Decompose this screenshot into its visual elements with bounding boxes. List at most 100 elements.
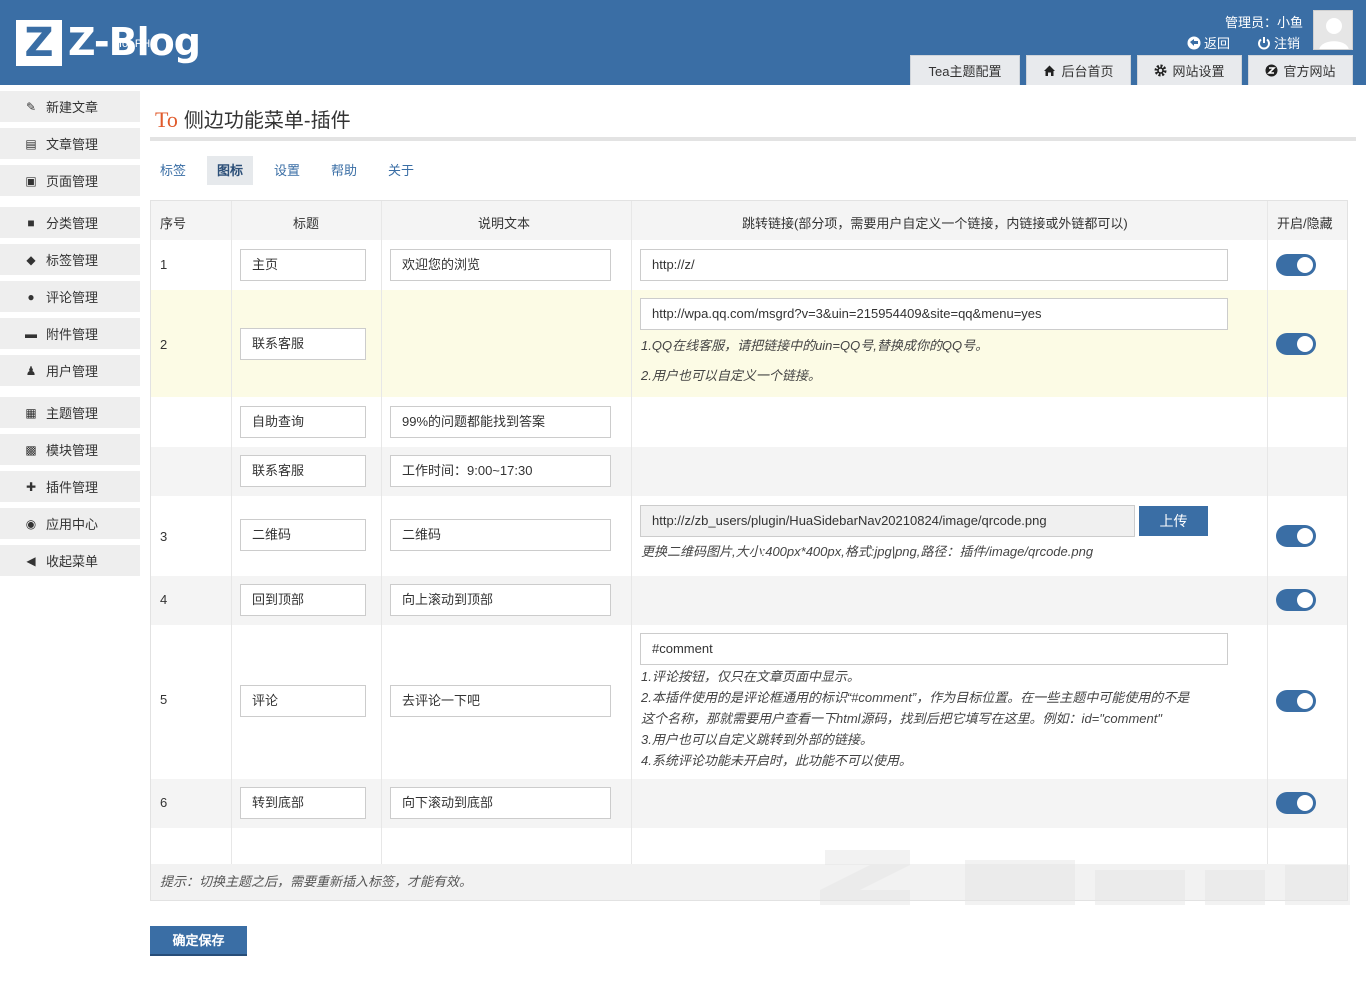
- title-input[interactable]: 转到底部: [240, 787, 366, 819]
- tab-admin-home[interactable]: 后台首页: [1026, 55, 1131, 85]
- sidebar-item-attachments[interactable]: ▬ 附件管理: [0, 318, 140, 349]
- sidebar-item-comments[interactable]: ● 评论管理: [0, 281, 140, 312]
- home-icon: [1044, 65, 1056, 76]
- desc-input[interactable]: 去评论一下吧: [390, 685, 611, 717]
- desc-input[interactable]: 99%的问题都能找到答案: [390, 406, 611, 438]
- globe-icon: [1187, 36, 1201, 49]
- link-note: 更换二维码图片,大小:400px*400px,格式:jpg|png,路径：插件/…: [641, 544, 1094, 559]
- table-header-row: 序号 标题 说明文本 跳转链接(部分项，需要用户自定义一个链接，内链接或外链都可…: [151, 201, 1347, 240]
- enable-toggle[interactable]: [1276, 525, 1316, 547]
- logout-label: 注销: [1274, 36, 1301, 51]
- header-toggle: 开启/隐藏: [1277, 216, 1333, 231]
- sidebar-item-label: 收起菜单: [46, 554, 99, 569]
- sidebar-item-label: 文章管理: [46, 137, 99, 152]
- sidebar-item-label: 主题管理: [46, 406, 99, 421]
- title-input[interactable]: 联系客服: [240, 455, 366, 487]
- row-seq: 4: [160, 592, 168, 607]
- row-seq: 6: [160, 795, 168, 810]
- tab-label: 网站设置: [1172, 64, 1225, 79]
- tab-about[interactable]: 关于: [378, 156, 424, 185]
- avatar[interactable]: [1313, 10, 1353, 50]
- tag-icon: ◆: [26, 252, 36, 267]
- save-button[interactable]: 确定保存: [150, 926, 247, 956]
- sidebar-item-categories[interactable]: ■ 分类管理: [0, 207, 140, 238]
- sidebar-item-label: 应用中心: [46, 517, 99, 532]
- sidebar-item-articles[interactable]: ▤ 文章管理: [0, 128, 140, 159]
- tab-help[interactable]: 帮助: [321, 156, 367, 185]
- zblog-icon: [1265, 64, 1278, 77]
- sidebar-item-app-center[interactable]: ◉ 应用中心: [0, 508, 140, 539]
- enable-toggle[interactable]: [1276, 690, 1316, 712]
- tab-labels[interactable]: 标签: [150, 156, 196, 185]
- link-note: 1.QQ在线客服，请把链接中的uin=QQ号,替换成你的QQ号。: [641, 338, 989, 353]
- toggle-knob: [1297, 795, 1313, 811]
- qrcode-path-input[interactable]: http://z/zb_users/plugin/HuaSidebarNav20…: [640, 505, 1135, 537]
- folder-icon: ■: [27, 215, 35, 230]
- sidebar-item-label: 新建文章: [46, 100, 99, 115]
- header-link: 跳转链接(部分项，需要用户自定义一个链接，内链接或外链都可以): [742, 216, 1128, 231]
- sidebar-item-pages[interactable]: ▣ 页面管理: [0, 165, 140, 196]
- title-input[interactable]: 评论: [240, 685, 366, 717]
- header-seq: 序号: [160, 216, 187, 231]
- articles-icon: ▤: [25, 136, 37, 151]
- tab-settings[interactable]: 设置: [264, 156, 310, 185]
- page-icon: ▣: [25, 173, 37, 188]
- sidebar-item-themes[interactable]: ▦ 主题管理: [0, 397, 140, 428]
- table-row: 联系客服 工作时间：9:00~17:30: [151, 447, 1347, 496]
- link-note: 1.评论按钮，仅只在文章页面中显示。: [641, 669, 860, 684]
- sidebar-item-label: 分类管理: [46, 216, 99, 231]
- sidebar-item-modules[interactable]: ▩ 模块管理: [0, 434, 140, 465]
- collapse-icon: ◀: [26, 553, 36, 568]
- table-row: 5 评论 去评论一下吧 #comment 1.评论按钮，仅只在文章页面中显示。 …: [151, 625, 1347, 779]
- tab-label: Tea主题配置: [928, 64, 1002, 79]
- link-note: 3.用户也可以自定义跳转到外部的链接。: [641, 732, 873, 747]
- row-seq: 3: [160, 529, 168, 544]
- link-note: 4.系统评论功能未开启时，此功能不可以使用。: [641, 753, 912, 768]
- top-header: Z Z-Blog for PHP 管理员：小鱼 返回 注销 Tea主题配置 后台…: [0, 0, 1366, 85]
- link-input[interactable]: http://wpa.qq.com/msgrd?v=3&uin=21595440…: [640, 298, 1228, 330]
- link-note: 2.本插件使用的是评论框通用的标识“#comment”，作为目标位置。在一些主题…: [641, 690, 1190, 705]
- desc-input[interactable]: 二维码: [390, 519, 611, 551]
- tab-tea-theme-config[interactable]: Tea主题配置: [910, 55, 1020, 85]
- sidebar-item-label: 用户管理: [46, 364, 99, 379]
- sidebar-item-plugins[interactable]: ✚ 插件管理: [0, 471, 140, 502]
- desc-input[interactable]: 向下滚动到底部: [390, 787, 611, 819]
- sidebar-item-collapse[interactable]: ◀ 收起菜单: [0, 545, 140, 576]
- tab-site-settings[interactable]: 网站设置: [1137, 55, 1242, 85]
- row-seq: 5: [160, 692, 168, 707]
- title-input[interactable]: 回到顶部: [240, 584, 366, 616]
- logout-link[interactable]: 注销: [1257, 33, 1300, 52]
- sidebar-item-label: 插件管理: [46, 480, 99, 495]
- title-input[interactable]: 二维码: [240, 519, 366, 551]
- sidebar-item-label: 评论管理: [46, 290, 99, 305]
- desc-input[interactable]: 工作时间：9:00~17:30: [390, 455, 611, 487]
- desc-input[interactable]: 欢迎您的浏览: [390, 249, 611, 281]
- column-divider: [631, 201, 632, 864]
- link-input[interactable]: #comment: [640, 633, 1228, 665]
- sidebar-item-users[interactable]: ♟ 用户管理: [0, 355, 140, 386]
- table-row: 4 回到顶部 向上滚动到顶部: [151, 576, 1347, 625]
- title-input[interactable]: 自助查询: [240, 406, 366, 438]
- back-label: 返回: [1204, 36, 1231, 51]
- enable-toggle[interactable]: [1276, 589, 1316, 611]
- sidebar-item-label: 页面管理: [46, 174, 99, 189]
- enable-toggle[interactable]: [1276, 254, 1316, 276]
- user-avatar-icon: [1319, 18, 1349, 49]
- sidebar-item-label: 附件管理: [46, 327, 99, 342]
- title-input[interactable]: 主页: [240, 249, 366, 281]
- sidebar-item-new-article[interactable]: ✎ 新建文章: [0, 91, 140, 122]
- title-input[interactable]: 联系客服: [240, 328, 366, 360]
- tab-official-site[interactable]: 官方网站: [1248, 55, 1353, 85]
- modules-icon: ▩: [25, 442, 37, 457]
- sidebar-item-tags[interactable]: ◆ 标签管理: [0, 244, 140, 275]
- upload-button[interactable]: 上传: [1139, 506, 1208, 536]
- desc-input[interactable]: 向上滚动到顶部: [390, 584, 611, 616]
- table-row: 2 联系客服 http://wpa.qq.com/msgrd?v=3&uin=2…: [151, 290, 1347, 397]
- column-divider: [231, 201, 232, 864]
- link-input[interactable]: http://z/: [640, 249, 1228, 281]
- sidebar-item-label: 标签管理: [46, 253, 99, 268]
- back-link[interactable]: 返回: [1187, 33, 1230, 52]
- enable-toggle[interactable]: [1276, 333, 1316, 355]
- logo[interactable]: Z Z-Blog: [16, 20, 201, 68]
- tab-icons[interactable]: 图标: [207, 156, 254, 185]
